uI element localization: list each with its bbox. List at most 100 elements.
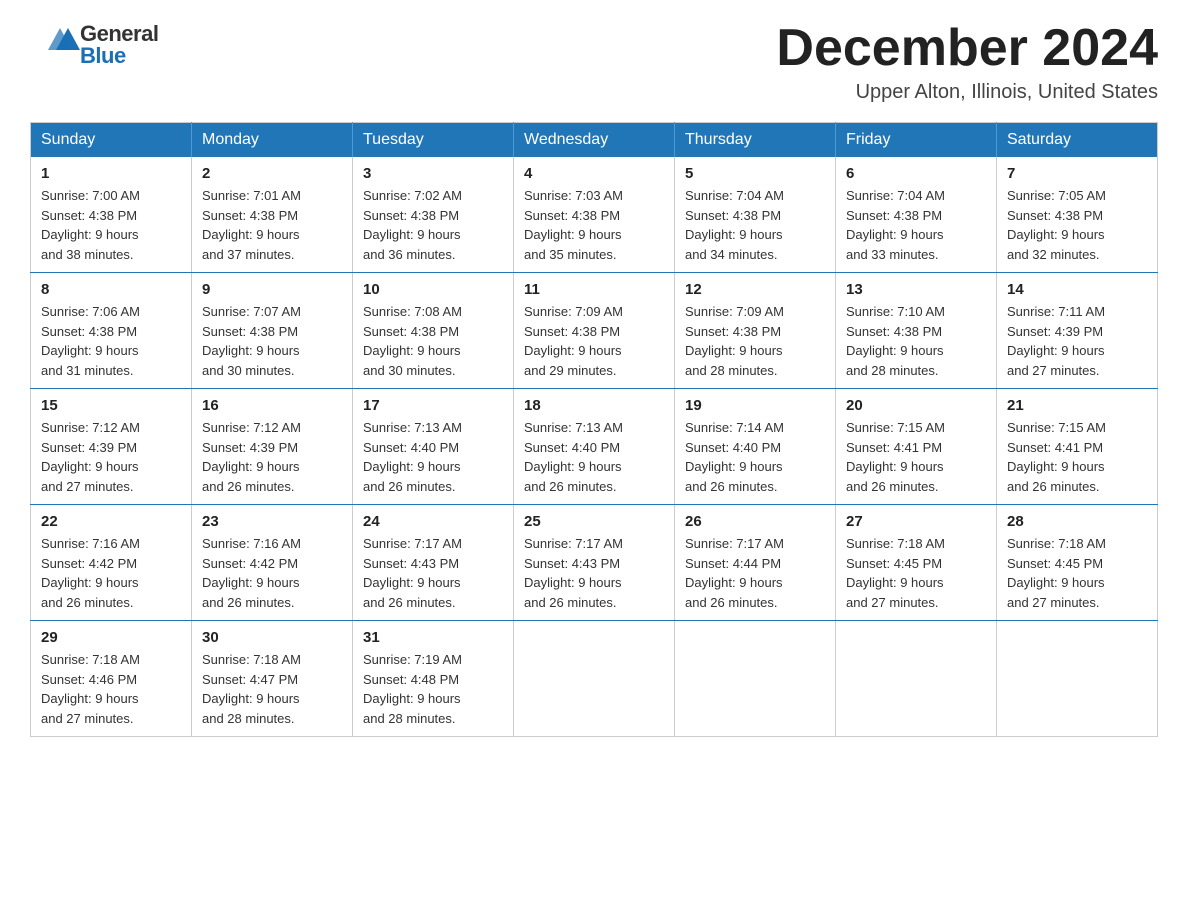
day-info: Sunrise: 7:09 AM Sunset: 4:38 PM Dayligh… bbox=[524, 302, 664, 380]
col-header-thursday: Thursday bbox=[675, 123, 836, 158]
col-header-sunday: Sunday bbox=[31, 123, 192, 158]
day-info: Sunrise: 7:12 AM Sunset: 4:39 PM Dayligh… bbox=[202, 418, 342, 496]
day-info: Sunrise: 7:06 AM Sunset: 4:38 PM Dayligh… bbox=[41, 302, 181, 380]
calendar-cell: 16 Sunrise: 7:12 AM Sunset: 4:39 PM Dayl… bbox=[192, 389, 353, 505]
calendar-cell: 30 Sunrise: 7:18 AM Sunset: 4:47 PM Dayl… bbox=[192, 621, 353, 737]
day-number: 26 bbox=[685, 513, 825, 530]
day-info: Sunrise: 7:03 AM Sunset: 4:38 PM Dayligh… bbox=[524, 186, 664, 264]
day-number: 13 bbox=[846, 281, 986, 298]
col-header-friday: Friday bbox=[836, 123, 997, 158]
calendar-cell: 14 Sunrise: 7:11 AM Sunset: 4:39 PM Dayl… bbox=[997, 273, 1158, 389]
calendar-header-row: Sunday Monday Tuesday Wednesday Thursday… bbox=[31, 123, 1158, 158]
day-number: 3 bbox=[363, 165, 503, 182]
calendar-cell: 21 Sunrise: 7:15 AM Sunset: 4:41 PM Dayl… bbox=[997, 389, 1158, 505]
day-number: 2 bbox=[202, 165, 342, 182]
day-number: 4 bbox=[524, 165, 664, 182]
day-info: Sunrise: 7:12 AM Sunset: 4:39 PM Dayligh… bbox=[41, 418, 181, 496]
calendar-table: Sunday Monday Tuesday Wednesday Thursday… bbox=[30, 122, 1158, 737]
calendar-cell: 18 Sunrise: 7:13 AM Sunset: 4:40 PM Dayl… bbox=[514, 389, 675, 505]
day-number: 19 bbox=[685, 397, 825, 414]
logo-icon bbox=[30, 20, 80, 70]
day-number: 21 bbox=[1007, 397, 1147, 414]
day-number: 5 bbox=[685, 165, 825, 182]
day-info: Sunrise: 7:15 AM Sunset: 4:41 PM Dayligh… bbox=[1007, 418, 1147, 496]
logo-general-text: General bbox=[80, 23, 158, 45]
day-number: 6 bbox=[846, 165, 986, 182]
calendar-cell bbox=[514, 621, 675, 737]
day-number: 11 bbox=[524, 281, 664, 298]
calendar-cell: 27 Sunrise: 7:18 AM Sunset: 4:45 PM Dayl… bbox=[836, 505, 997, 621]
day-number: 22 bbox=[41, 513, 181, 530]
day-info: Sunrise: 7:05 AM Sunset: 4:38 PM Dayligh… bbox=[1007, 186, 1147, 264]
day-info: Sunrise: 7:13 AM Sunset: 4:40 PM Dayligh… bbox=[524, 418, 664, 496]
day-info: Sunrise: 7:00 AM Sunset: 4:38 PM Dayligh… bbox=[41, 186, 181, 264]
calendar-cell: 11 Sunrise: 7:09 AM Sunset: 4:38 PM Dayl… bbox=[514, 273, 675, 389]
calendar-cell bbox=[675, 621, 836, 737]
day-info: Sunrise: 7:18 AM Sunset: 4:45 PM Dayligh… bbox=[846, 534, 986, 612]
day-number: 27 bbox=[846, 513, 986, 530]
day-info: Sunrise: 7:09 AM Sunset: 4:38 PM Dayligh… bbox=[685, 302, 825, 380]
day-info: Sunrise: 7:11 AM Sunset: 4:39 PM Dayligh… bbox=[1007, 302, 1147, 380]
day-number: 14 bbox=[1007, 281, 1147, 298]
col-header-saturday: Saturday bbox=[997, 123, 1158, 158]
day-info: Sunrise: 7:18 AM Sunset: 4:45 PM Dayligh… bbox=[1007, 534, 1147, 612]
day-number: 24 bbox=[363, 513, 503, 530]
calendar-cell: 7 Sunrise: 7:05 AM Sunset: 4:38 PM Dayli… bbox=[997, 157, 1158, 273]
day-info: Sunrise: 7:08 AM Sunset: 4:38 PM Dayligh… bbox=[363, 302, 503, 380]
day-number: 17 bbox=[363, 397, 503, 414]
logo: General Blue bbox=[30, 20, 158, 70]
day-info: Sunrise: 7:18 AM Sunset: 4:47 PM Dayligh… bbox=[202, 650, 342, 728]
day-info: Sunrise: 7:13 AM Sunset: 4:40 PM Dayligh… bbox=[363, 418, 503, 496]
day-number: 25 bbox=[524, 513, 664, 530]
day-number: 31 bbox=[363, 629, 503, 646]
calendar-cell bbox=[997, 621, 1158, 737]
day-number: 23 bbox=[202, 513, 342, 530]
day-number: 8 bbox=[41, 281, 181, 298]
day-info: Sunrise: 7:14 AM Sunset: 4:40 PM Dayligh… bbox=[685, 418, 825, 496]
day-info: Sunrise: 7:18 AM Sunset: 4:46 PM Dayligh… bbox=[41, 650, 181, 728]
calendar-cell: 31 Sunrise: 7:19 AM Sunset: 4:48 PM Dayl… bbox=[353, 621, 514, 737]
calendar-week-5: 29 Sunrise: 7:18 AM Sunset: 4:46 PM Dayl… bbox=[31, 621, 1158, 737]
day-info: Sunrise: 7:04 AM Sunset: 4:38 PM Dayligh… bbox=[685, 186, 825, 264]
day-info: Sunrise: 7:17 AM Sunset: 4:44 PM Dayligh… bbox=[685, 534, 825, 612]
day-number: 16 bbox=[202, 397, 342, 414]
day-number: 20 bbox=[846, 397, 986, 414]
calendar-cell: 13 Sunrise: 7:10 AM Sunset: 4:38 PM Dayl… bbox=[836, 273, 997, 389]
calendar-cell: 15 Sunrise: 7:12 AM Sunset: 4:39 PM Dayl… bbox=[31, 389, 192, 505]
day-info: Sunrise: 7:07 AM Sunset: 4:38 PM Dayligh… bbox=[202, 302, 342, 380]
day-info: Sunrise: 7:04 AM Sunset: 4:38 PM Dayligh… bbox=[846, 186, 986, 264]
logo-blue-text: Blue bbox=[80, 45, 158, 67]
calendar-cell: 10 Sunrise: 7:08 AM Sunset: 4:38 PM Dayl… bbox=[353, 273, 514, 389]
calendar-cell: 4 Sunrise: 7:03 AM Sunset: 4:38 PM Dayli… bbox=[514, 157, 675, 273]
calendar-cell: 26 Sunrise: 7:17 AM Sunset: 4:44 PM Dayl… bbox=[675, 505, 836, 621]
day-number: 28 bbox=[1007, 513, 1147, 530]
calendar-cell: 9 Sunrise: 7:07 AM Sunset: 4:38 PM Dayli… bbox=[192, 273, 353, 389]
calendar-week-4: 22 Sunrise: 7:16 AM Sunset: 4:42 PM Dayl… bbox=[31, 505, 1158, 621]
day-number: 18 bbox=[524, 397, 664, 414]
calendar-cell: 17 Sunrise: 7:13 AM Sunset: 4:40 PM Dayl… bbox=[353, 389, 514, 505]
calendar-cell: 1 Sunrise: 7:00 AM Sunset: 4:38 PM Dayli… bbox=[31, 157, 192, 273]
day-number: 10 bbox=[363, 281, 503, 298]
day-info: Sunrise: 7:01 AM Sunset: 4:38 PM Dayligh… bbox=[202, 186, 342, 264]
day-number: 9 bbox=[202, 281, 342, 298]
day-info: Sunrise: 7:10 AM Sunset: 4:38 PM Dayligh… bbox=[846, 302, 986, 380]
calendar-cell: 28 Sunrise: 7:18 AM Sunset: 4:45 PM Dayl… bbox=[997, 505, 1158, 621]
col-header-monday: Monday bbox=[192, 123, 353, 158]
calendar-cell: 5 Sunrise: 7:04 AM Sunset: 4:38 PM Dayli… bbox=[675, 157, 836, 273]
calendar-cell: 23 Sunrise: 7:16 AM Sunset: 4:42 PM Dayl… bbox=[192, 505, 353, 621]
calendar-week-2: 8 Sunrise: 7:06 AM Sunset: 4:38 PM Dayli… bbox=[31, 273, 1158, 389]
month-title: December 2024 bbox=[776, 20, 1158, 77]
calendar-cell: 12 Sunrise: 7:09 AM Sunset: 4:38 PM Dayl… bbox=[675, 273, 836, 389]
calendar-cell: 29 Sunrise: 7:18 AM Sunset: 4:46 PM Dayl… bbox=[31, 621, 192, 737]
calendar-cell: 24 Sunrise: 7:17 AM Sunset: 4:43 PM Dayl… bbox=[353, 505, 514, 621]
day-number: 1 bbox=[41, 165, 181, 182]
title-area: December 2024 Upper Alton, Illinois, Uni… bbox=[776, 20, 1158, 104]
calendar-cell: 2 Sunrise: 7:01 AM Sunset: 4:38 PM Dayli… bbox=[192, 157, 353, 273]
day-info: Sunrise: 7:19 AM Sunset: 4:48 PM Dayligh… bbox=[363, 650, 503, 728]
calendar-cell: 20 Sunrise: 7:15 AM Sunset: 4:41 PM Dayl… bbox=[836, 389, 997, 505]
day-number: 12 bbox=[685, 281, 825, 298]
day-number: 7 bbox=[1007, 165, 1147, 182]
calendar-cell bbox=[836, 621, 997, 737]
calendar-cell: 8 Sunrise: 7:06 AM Sunset: 4:38 PM Dayli… bbox=[31, 273, 192, 389]
day-number: 29 bbox=[41, 629, 181, 646]
